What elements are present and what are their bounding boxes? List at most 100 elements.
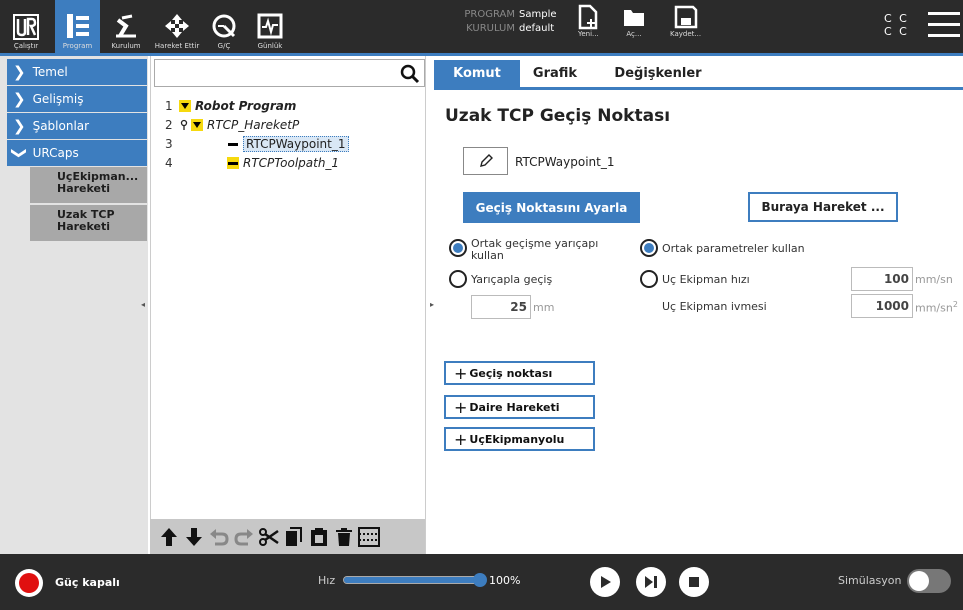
shared-params-radio[interactable] [640, 239, 658, 257]
nav-installation-label: Kurulum [111, 42, 141, 50]
nav-log[interactable]: Günlük [252, 0, 288, 53]
tool-speed-field[interactable]: 100 [851, 267, 913, 291]
move-up-button[interactable] [157, 525, 181, 549]
speed-label: Hız [318, 574, 336, 587]
sidebar-item-advanced[interactable]: ❯ Gelişmiş [7, 86, 147, 112]
program-key: PROGRAM [464, 9, 515, 20]
move-arrows-icon [165, 14, 189, 38]
nav-program-label: Program [62, 42, 93, 50]
paste-icon [311, 527, 327, 546]
tool-accel-unit-exponent: 2 [952, 300, 958, 309]
tree-row[interactable]: 4 RTCPToolpath_1 [165, 155, 339, 171]
blend-radius-field[interactable]: 25 [471, 295, 531, 319]
step-icon [645, 576, 657, 588]
sidebar-item-templates[interactable]: ❯ Şablonlar [7, 113, 147, 139]
tree-row[interactable]: 3 RTCPWaypoint_1 [165, 136, 349, 152]
page-title: Uzak TCP Geçiş Noktası [445, 106, 671, 126]
save-file-label: Kaydet... [670, 30, 702, 38]
move-here-button[interactable]: Buraya Hareket ... [748, 192, 898, 222]
open-file-label: Aç... [626, 30, 642, 38]
cc-indicator: C C C C [884, 12, 909, 38]
robot-arm-icon [116, 14, 136, 38]
log-icon [257, 13, 283, 39]
tab-variables[interactable]: Değişkenler [590, 60, 726, 87]
program-node-sidebar: ❯ Temel ❯ Gelişmiş ❯ Şablonlar ❯ URCaps … [0, 56, 148, 554]
simulation-toggle[interactable] [907, 569, 951, 593]
nav-io[interactable]: G/Ç [207, 0, 241, 53]
tool-accel-unit: mm/sn2 [915, 300, 958, 315]
copy-icon [286, 526, 302, 546]
nav-program[interactable]: Program [55, 0, 100, 53]
installation-name: default [519, 23, 555, 34]
add-circle-move-label: Daire Hareketi [469, 400, 560, 414]
pencil-icon [479, 154, 493, 167]
tab-bar: Komut Grafik Değişkenler [434, 60, 963, 90]
suppress-button[interactable] [357, 525, 381, 549]
tab-command[interactable]: Komut [434, 60, 520, 87]
folder-icon [624, 10, 644, 26]
tree-row-label: Robot Program [195, 99, 297, 113]
rename-button[interactable] [463, 147, 508, 175]
add-circle-move-button[interactable]: + Daire Hareketi [444, 395, 595, 419]
sidebar-subitem-toolpath-move[interactable]: UçEkipman... Hareketi [30, 167, 147, 203]
tab-graphics[interactable]: Grafik [520, 60, 590, 87]
search-icon[interactable] [400, 64, 420, 84]
cc-line-2: C C [884, 25, 909, 38]
plus-icon: + [454, 397, 468, 417]
waypoint-node-icon [227, 138, 239, 150]
nav-move[interactable]: Hareket Ettir [150, 0, 204, 53]
collapse-triangle-icon[interactable] [179, 100, 191, 112]
blend-radius-radio[interactable] [449, 270, 467, 288]
power-button-icon[interactable] [15, 569, 43, 597]
tree-row[interactable]: 2 RTCP_HareketP [165, 117, 299, 133]
open-file-button[interactable]: Aç... [622, 4, 646, 38]
delete-button[interactable] [332, 525, 356, 549]
sidebar-item-label: URCaps [32, 146, 79, 160]
speed-slider[interactable] [343, 576, 481, 584]
nav-run[interactable]: Çalıştır [0, 0, 52, 53]
power-status-label[interactable]: Güç kapalı [55, 576, 120, 589]
chevron-right-icon: ❯ [13, 90, 26, 108]
new-file-icon [579, 4, 598, 30]
plus-icon: + [454, 429, 468, 449]
sidebar-subitem-remote-tcp-move[interactable]: Uzak TCP Hareketi [30, 205, 147, 241]
stop-button[interactable] [679, 567, 709, 597]
tool-accel-field[interactable]: 1000 [851, 294, 913, 318]
hamburger-menu-icon[interactable] [928, 12, 960, 40]
add-toolpath-button[interactable]: + UçEkipmanyolu [444, 427, 595, 451]
tree-row-number: 2 [165, 118, 173, 132]
collapse-triangle-icon[interactable] [191, 119, 203, 131]
step-button[interactable] [636, 567, 666, 597]
set-waypoint-button[interactable]: Geçiş Noktasını Ayarla [463, 192, 640, 223]
tree-row-label: RTCPToolpath_1 [243, 156, 340, 170]
sidebar-item-basic[interactable]: ❯ Temel [7, 59, 147, 85]
chevron-right-icon: ❯ [13, 63, 26, 81]
paste-button[interactable] [307, 525, 331, 549]
shared-blend-radio[interactable] [449, 239, 467, 257]
copy-button[interactable] [282, 525, 306, 549]
speed-slider-knob[interactable] [473, 573, 487, 587]
sidebar-item-urcaps[interactable]: ❯ URCaps [7, 140, 147, 166]
command-panel: Komut Grafik Değişkenler Uzak TCP Geçiş … [434, 56, 963, 554]
undo-button[interactable] [207, 525, 231, 549]
tool-speed-radio[interactable] [640, 270, 658, 288]
plus-icon: + [454, 363, 468, 383]
tree-row-number: 3 [165, 137, 173, 151]
save-file-button[interactable]: Kaydet... [670, 4, 701, 38]
nav-installation[interactable]: Kurulum [103, 0, 149, 53]
move-down-button[interactable] [182, 525, 206, 549]
suppress-icon [358, 526, 380, 547]
arrow-up-icon [161, 527, 177, 546]
cut-button[interactable] [257, 525, 281, 549]
tree-search-input[interactable] [155, 60, 395, 86]
save-icon [674, 5, 697, 29]
chevron-down-icon: ❯ [10, 146, 29, 160]
collapse-left-icon[interactable]: ◂ [141, 300, 149, 310]
new-file-button[interactable]: Yeni... [578, 4, 599, 38]
add-waypoint-button[interactable]: + Geçiş noktası [444, 361, 595, 385]
play-button[interactable] [590, 567, 620, 597]
redo-button[interactable] [232, 525, 256, 549]
subitem-line-2: Hareketi [57, 220, 111, 233]
tree-row[interactable]: 1 Robot Program [165, 98, 296, 114]
shared-params-label: Ortak parametreler kullan [662, 242, 805, 255]
